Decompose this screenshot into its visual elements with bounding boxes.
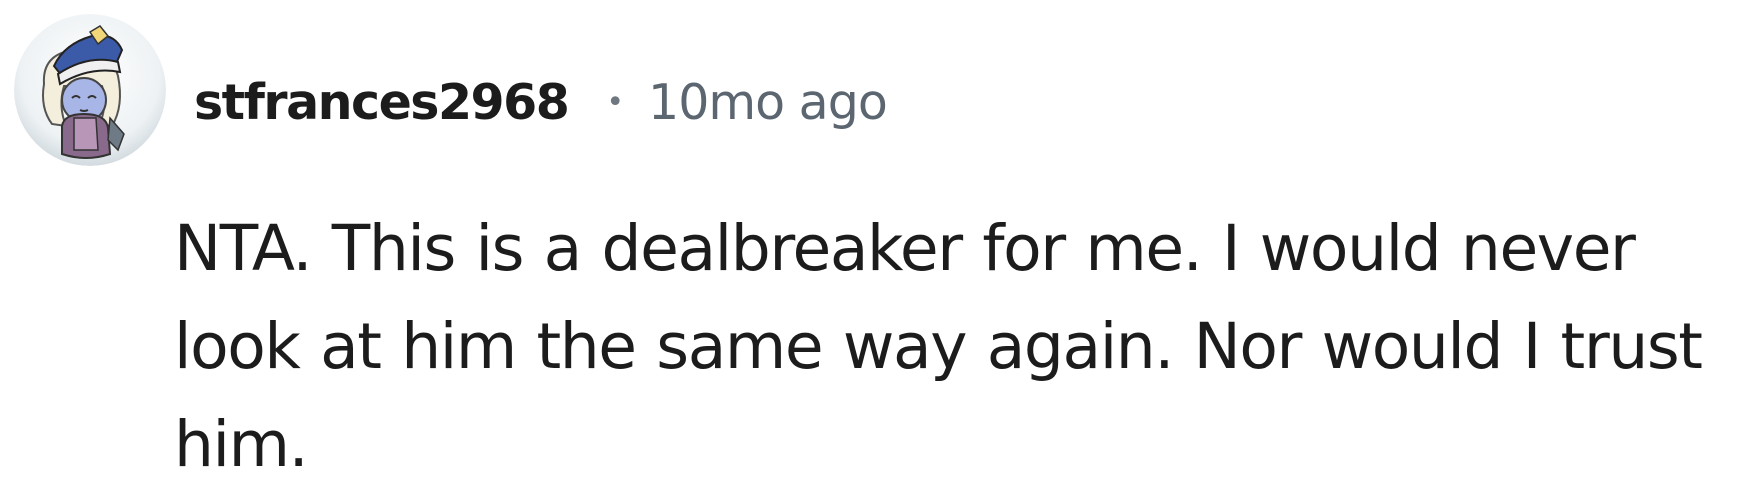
comment: stfrances2968 • 10mo ago NTA. This is a …: [0, 0, 1761, 498]
comment-body: NTA. This is a dealbreaker for me. I wou…: [174, 200, 1734, 494]
comment-body-line: him.: [174, 408, 309, 481]
separator-dot: •: [606, 84, 625, 120]
avatar[interactable]: [14, 14, 166, 166]
comment-body-line: NTA. This is a dealbreaker for me. I wou…: [174, 212, 1636, 285]
comment-timestamp[interactable]: 10mo ago: [648, 74, 888, 131]
comment-body-line: look at him the same way again. Nor woul…: [174, 310, 1703, 383]
comment-meta: stfrances2968 • 10mo ago: [194, 66, 888, 138]
avatar-icon: [14, 14, 166, 166]
author-username[interactable]: stfrances2968: [194, 74, 570, 131]
